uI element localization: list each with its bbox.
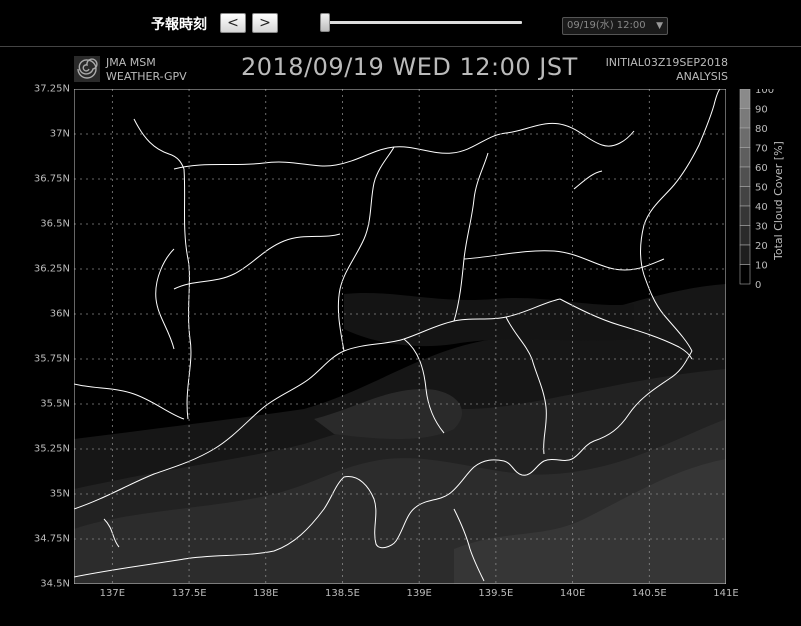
colorbar-label: 90 [755,105,768,116]
longitude-tick-label: 137.5E [171,588,207,599]
colorbar-swatch [739,89,751,109]
time-select-dropdown[interactable]: 09/19(水) 12:00 ▼ [562,17,668,35]
latitude-tick-label: 34.5N [40,578,70,590]
initial-line2: ANALYSIS [676,70,728,83]
next-time-button[interactable]: > [252,13,278,33]
datetime-title: 2018/09/19 WED 12:00 JST [241,53,578,81]
longitude-tick-label: 139.5E [478,588,514,599]
latitude-tick-label: 36.5N [40,218,70,230]
colorbar-label: 100 [755,89,774,96]
latitude-tick-label: 35N [49,488,70,500]
colorbar-label: 80 [755,124,768,135]
latitude-tick-label: 35.5N [40,398,70,410]
colorbar-swatch [739,166,751,187]
latitude-tick-label: 35.25N [33,443,70,455]
latitude-tick-label: 34.75N [33,533,70,545]
colorbar-label: 30 [755,222,768,233]
longitude-tick-label: 138.5E [324,588,360,599]
colorbar-title: Total Cloud Cover [%] [772,141,785,260]
cloud-cover-map [74,89,726,584]
colorbar-swatch [739,225,751,246]
forecast-toolbar: 予報時刻 < > 09/19(水) 12:00 ▼ [0,0,801,46]
latitude-tick-label: 36N [49,308,70,320]
colorbar-swatch [739,264,751,285]
chevron-down-icon: ▼ [656,21,663,31]
longitude-tick-label: 137E [99,588,126,599]
previous-time-button[interactable]: < [220,13,246,33]
initial-time-info: INITIAL03Z19SEP2018 ANALYSIS [606,56,728,84]
colorbar-label: 40 [755,202,768,213]
model-name: JMA MSM WEATHER-GPV [106,56,187,84]
colorbar-label: 10 [755,261,768,272]
colorbar-swatch [739,205,751,226]
colorbar-label: 50 [755,183,768,194]
colorbar-label: 20 [755,241,768,252]
latitude-tick-label: 36.75N [33,173,70,185]
latitude-tick-label: 36.25N [33,263,70,275]
longitude-tick-label: 140E [559,588,586,599]
time-select-value: 09/19(水) 12:00 [567,20,646,31]
time-slider-thumb[interactable] [320,13,330,32]
colorbar-swatch [739,127,751,148]
colorbar-swatch [739,108,751,129]
time-slider-track[interactable] [324,21,522,24]
swirl-logo-icon [74,56,100,82]
forecast-time-label: 予報時刻 [151,17,207,33]
latitude-tick-label: 35.75N [33,353,70,365]
colorbar-label: 0 [755,280,761,289]
latitude-tick-label: 37N [49,128,70,140]
colorbar-label: 60 [755,163,768,174]
colorbar-swatch [739,186,751,207]
colorbar-swatch [739,147,751,168]
latitude-tick-label: 37.25N [33,83,70,95]
longitude-tick-label: 138E [253,588,279,599]
colorbar-label: 70 [755,144,768,155]
colorbar-swatches [739,89,751,285]
longitude-tick-label: 140.5E [631,588,667,599]
longitude-tick-label: 139E [406,588,432,599]
colorbar-swatch [739,244,751,265]
model-line2: WEATHER-GPV [106,70,187,83]
initial-line1: INITIAL03Z19SEP2018 [605,56,728,69]
model-line1: JMA MSM [106,56,156,69]
longitude-tick-label: 141E [713,588,739,599]
